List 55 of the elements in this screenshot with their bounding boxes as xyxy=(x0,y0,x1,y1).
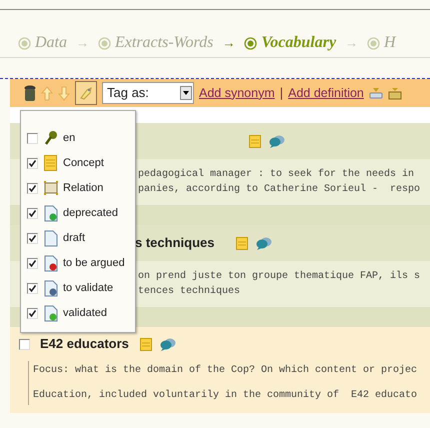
menu-item-label[interactable]: deprecated xyxy=(63,204,118,222)
entry-text: panies, according to Catherine Sorieul - respo xyxy=(138,182,422,197)
arrow-separator: → xyxy=(222,34,236,52)
tray-icon[interactable] xyxy=(368,87,383,99)
tag-filter-button[interactable] xyxy=(75,81,97,105)
document-icon xyxy=(44,304,58,322)
key-icon xyxy=(44,130,58,146)
document-icon xyxy=(44,280,58,296)
entry-text: Education, included voluntarily in the community of E42 educato xyxy=(33,388,418,403)
stack-icon[interactable] xyxy=(388,86,402,100)
note-icon[interactable] xyxy=(236,236,248,250)
tag-select[interactable]: Tag as: xyxy=(102,82,194,104)
radio-icon xyxy=(18,36,31,50)
speech-bubbles-icon[interactable] xyxy=(160,338,176,350)
entry-title: E42 educators xyxy=(40,335,130,354)
speech-bubbles-icon[interactable] xyxy=(256,236,272,250)
checkbox[interactable] xyxy=(27,132,38,144)
checkbox[interactable] xyxy=(19,338,30,350)
frame-icon xyxy=(44,181,58,195)
arrow-separator: → xyxy=(345,34,358,52)
checkbox[interactable] xyxy=(27,232,38,244)
note-icon[interactable] xyxy=(249,134,261,148)
menu-item-label[interactable]: draft xyxy=(63,230,86,246)
entry-text: pedagogical manager : to seek for the needs in xyxy=(138,168,416,182)
entry-text: on prend juste ton groupe thematique FAP, ils s xyxy=(138,270,422,284)
checkbox[interactable] xyxy=(27,258,38,268)
checkbox[interactable] xyxy=(27,308,38,318)
speech-bubbles-icon[interactable] xyxy=(269,134,285,148)
entry-title: s techniques xyxy=(135,234,214,252)
checkbox[interactable] xyxy=(27,182,38,194)
note-icon[interactable] xyxy=(140,338,152,350)
menu-item-label[interactable]: to validate xyxy=(63,280,114,296)
arrow-separator: → xyxy=(76,34,89,52)
link-separator: | xyxy=(280,84,284,102)
radio-icon xyxy=(367,36,380,50)
radio-icon xyxy=(98,36,111,50)
menu-item-label[interactable]: Concept xyxy=(63,154,104,172)
entry-text: Focus: what is the domain of the Cop? On which content or projec xyxy=(33,364,418,378)
document-icon xyxy=(44,230,58,246)
entry-text: tences techniques xyxy=(138,284,242,299)
note-icon xyxy=(44,155,57,171)
menu-item-label[interactable]: Relation xyxy=(63,180,104,196)
radio-icon xyxy=(244,36,258,50)
menu-item-label[interactable]: to be argued xyxy=(63,254,125,272)
checkbox[interactable] xyxy=(27,282,38,294)
toolbar-link[interactable]: Add synonym xyxy=(199,84,275,102)
checkbox[interactable] xyxy=(27,208,38,218)
trash-can-icon[interactable] xyxy=(24,84,36,102)
menu-item-label[interactable]: en xyxy=(63,130,76,146)
checkbox[interactable] xyxy=(27,158,38,168)
tag-icon xyxy=(79,86,93,100)
toolbar-link[interactable]: Add definition xyxy=(288,84,364,102)
menu-item-label[interactable]: validated xyxy=(63,304,108,322)
document-icon xyxy=(44,204,58,222)
document-icon xyxy=(44,254,58,272)
